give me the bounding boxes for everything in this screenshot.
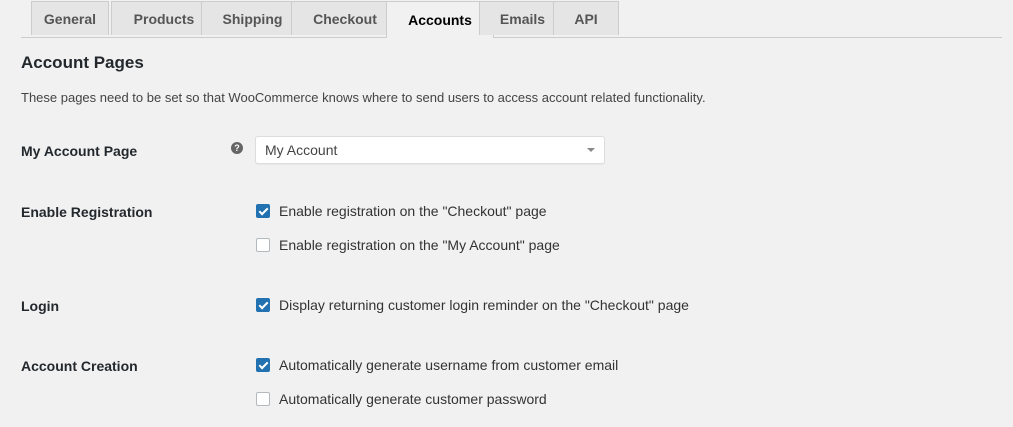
tab-api[interactable]: API — [553, 1, 619, 35]
tab-checkout[interactable]: Checkout — [291, 1, 399, 35]
settings-tab-bar: General Products Shipping Checkout Accou… — [21, 0, 1002, 38]
generate-password-option[interactable]: Automatically generate customer password — [256, 391, 547, 407]
generate-username-option[interactable]: Automatically generate username from cus… — [256, 357, 618, 373]
question-circle-icon[interactable]: ? — [231, 142, 243, 154]
option-label: Enable registration on the "My Account" … — [279, 237, 560, 253]
login-label: Login — [21, 298, 60, 314]
tab-general[interactable]: General — [31, 1, 109, 35]
tab-accounts[interactable]: Accounts — [386, 1, 494, 38]
option-label: Automatically generate username from cus… — [279, 357, 619, 373]
registration-my-account-checkbox[interactable] — [256, 238, 270, 252]
account-creation-label: Account Creation — [21, 358, 138, 374]
generate-username-checkbox[interactable] — [256, 358, 270, 372]
section-title: Account Pages — [21, 53, 144, 72]
login-reminder-checkbox[interactable] — [256, 298, 270, 312]
section-description: These pages need to be set so that WooCo… — [21, 90, 706, 105]
option-label: Automatically generate customer password — [279, 391, 547, 407]
my-account-page-select[interactable]: My Account — [255, 136, 605, 164]
login-reminder-option[interactable]: Display returning customer login reminde… — [256, 297, 689, 313]
generate-password-checkbox[interactable] — [256, 392, 270, 406]
caret-down-icon — [587, 148, 595, 152]
option-label: Display returning customer login reminde… — [279, 297, 689, 313]
tab-shipping[interactable]: Shipping — [201, 1, 304, 35]
my-account-page-label: My Account Page — [21, 143, 138, 159]
registration-my-account-option[interactable]: Enable registration on the "My Account" … — [256, 237, 560, 253]
registration-checkout-checkbox[interactable] — [256, 204, 270, 218]
option-label: Enable registration on the "Checkout" pa… — [279, 203, 547, 219]
registration-checkout-option[interactable]: Enable registration on the "Checkout" pa… — [256, 203, 547, 219]
enable-registration-label: Enable Registration — [21, 204, 153, 220]
select-value: My Account — [265, 142, 338, 158]
